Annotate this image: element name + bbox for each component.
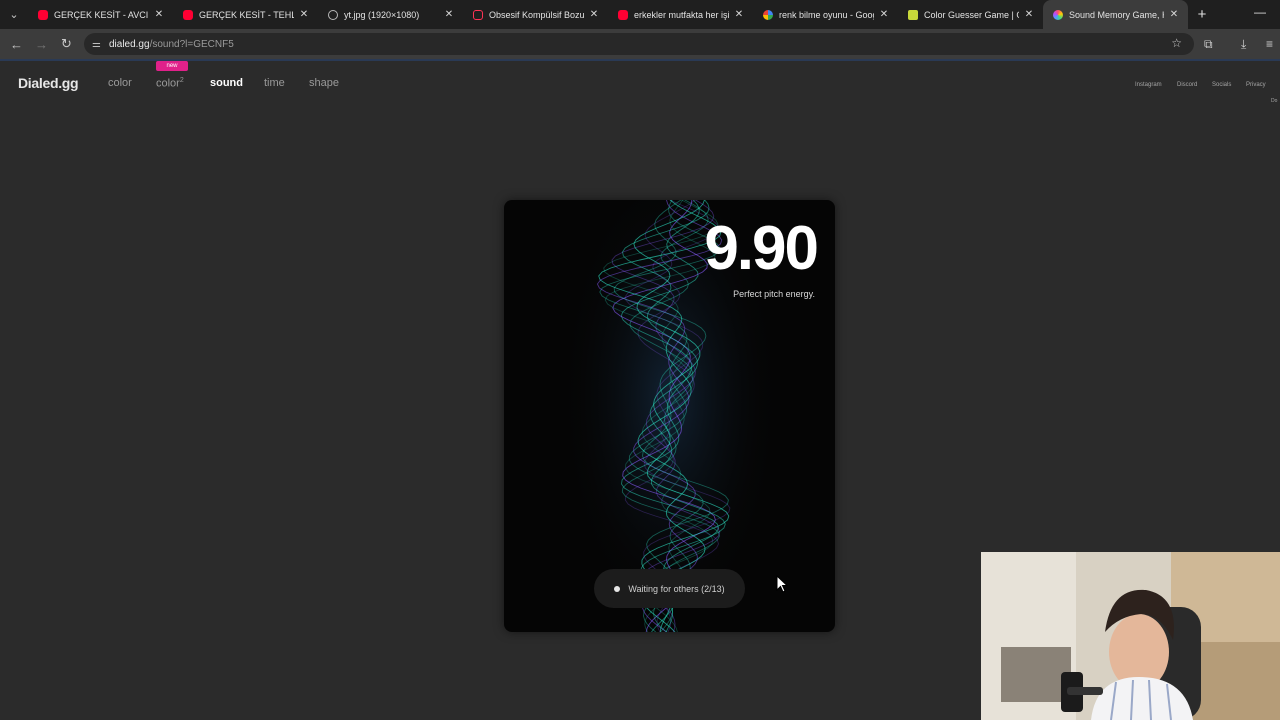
link-truncated[interactable]: Do xyxy=(1271,98,1277,104)
sound-result-card: 9.90 Perfect pitch energy. Waiting for o… xyxy=(504,200,835,632)
new-badge: new xyxy=(156,61,188,71)
url-host: dialed.gg xyxy=(108,38,150,50)
close-tab-icon[interactable]: ✕ xyxy=(298,9,310,20)
new-tab-icon[interactable]: + xyxy=(1188,0,1216,29)
tab-title: erkekler mutfakta her işi y xyxy=(634,9,729,20)
browser-tab[interactable]: renk bilme oyunu - Goog ✕ xyxy=(753,0,898,29)
close-tab-icon[interactable]: ✕ xyxy=(878,9,890,20)
google-icon xyxy=(763,9,773,20)
tab-title: yt.jpg (1920×1080) xyxy=(344,9,420,20)
tab-title: Sound Memory Game, Ho xyxy=(1069,9,1164,20)
link-discord[interactable]: Discord xyxy=(1177,82,1197,88)
close-tab-icon[interactable]: ✕ xyxy=(588,9,600,20)
score-value: 9.90 xyxy=(704,214,819,283)
close-tab-icon[interactable]: ✕ xyxy=(443,9,455,20)
browser-tab[interactable]: GERÇEK KESİT - AVCI - Yo ✕ xyxy=(28,0,173,29)
browser-tab[interactable]: Obsesif Kompülsif Bozukl ✕ xyxy=(463,0,608,29)
tab-title: GERÇEK KESİT - TEHLİKELİ xyxy=(199,9,294,20)
tab-search-chevron-icon[interactable]: ⌄ xyxy=(0,0,28,29)
close-tab-icon[interactable]: ✕ xyxy=(1168,9,1180,20)
browser-tab[interactable]: GERÇEK KESİT - TEHLİKELİ ✕ xyxy=(173,0,318,29)
site-info-icon[interactable]: ⚌ xyxy=(92,39,101,50)
minimize-icon[interactable]: — xyxy=(1254,5,1266,19)
close-tab-icon[interactable]: ✕ xyxy=(153,9,165,20)
browser-tab-active[interactable]: Sound Memory Game, Ho ✕ xyxy=(1043,0,1188,29)
site-header: Dialed.gg new color color2 sound time sh… xyxy=(0,61,1280,111)
tab-title: Color Guesser Game | Gu xyxy=(924,9,1019,20)
waiting-status-pill: Waiting for others (2/13) xyxy=(594,569,745,608)
link-instagram[interactable]: Instagram xyxy=(1135,82,1162,88)
browser-tab[interactable]: Color Guesser Game | Gu ✕ xyxy=(898,0,1043,29)
nav-time[interactable]: time xyxy=(264,77,285,89)
nav-color2-label: color xyxy=(156,77,180,90)
bookmark-star-icon[interactable]: ☆ xyxy=(1171,36,1182,50)
forward-icon[interactable]: → xyxy=(29,29,54,59)
url-path: /sound?l=GECNF5 xyxy=(149,38,234,50)
extensions-icon[interactable]: ⧉ xyxy=(1204,37,1213,52)
youtube-icon xyxy=(618,9,628,20)
youtube-icon xyxy=(183,9,193,20)
browser-toolbar: ← → ↻ ⚌ dialed.gg/sound?l=GECNF5 ☆ ⧉ ⤓ ≡ xyxy=(0,29,1280,59)
close-tab-icon[interactable]: ✕ xyxy=(733,9,745,20)
youtube-outline-icon xyxy=(473,9,483,20)
nav-color2-sup: 2 xyxy=(179,77,184,84)
reload-icon[interactable]: ↻ xyxy=(54,29,79,59)
nav-sound[interactable]: sound xyxy=(210,77,243,89)
browser-tab[interactable]: erkekler mutfakta her işi y ✕ xyxy=(608,0,753,29)
menu-icon[interactable]: ≡ xyxy=(1266,37,1273,51)
site-logo[interactable]: Dialed.gg xyxy=(18,75,79,91)
nav-color[interactable]: color xyxy=(108,77,132,89)
nav-shape[interactable]: shape xyxy=(309,77,339,89)
browser-tab-strip: ⌄ GERÇEK KESİT - AVCI - Yo ✕ GERÇEK KESİ… xyxy=(0,0,1280,29)
address-bar[interactable]: ⚌ dialed.gg/sound?l=GECNF5 ☆ xyxy=(84,33,1194,55)
link-privacy[interactable]: Privacy xyxy=(1246,82,1266,88)
waiting-status-text: Waiting for others (2/13) xyxy=(628,583,725,594)
link-socials[interactable]: Socials xyxy=(1212,82,1231,88)
status-dot-icon xyxy=(614,585,621,592)
download-icon[interactable]: ⤓ xyxy=(1241,37,1246,52)
tab-title: renk bilme oyunu - Goog xyxy=(779,9,874,20)
webcam-person-image xyxy=(981,552,1280,720)
back-icon[interactable]: ← xyxy=(4,29,29,59)
sheet-icon xyxy=(908,9,918,20)
dialed-icon xyxy=(1053,9,1063,20)
close-tab-icon[interactable]: ✕ xyxy=(1023,9,1035,20)
nav-color2[interactable]: color2 xyxy=(156,77,184,90)
tab-title: GERÇEK KESİT - AVCI - Yo xyxy=(54,9,149,20)
mouse-cursor-icon xyxy=(776,575,788,593)
youtube-icon xyxy=(38,9,48,20)
webcam-overlay xyxy=(981,552,1280,720)
globe-icon xyxy=(328,9,338,20)
browser-tab[interactable]: yt.jpg (1920×1080) ✕ xyxy=(318,0,463,29)
tab-title: Obsesif Kompülsif Bozukl xyxy=(489,9,584,20)
score-subtitle: Perfect pitch energy. xyxy=(733,289,815,299)
